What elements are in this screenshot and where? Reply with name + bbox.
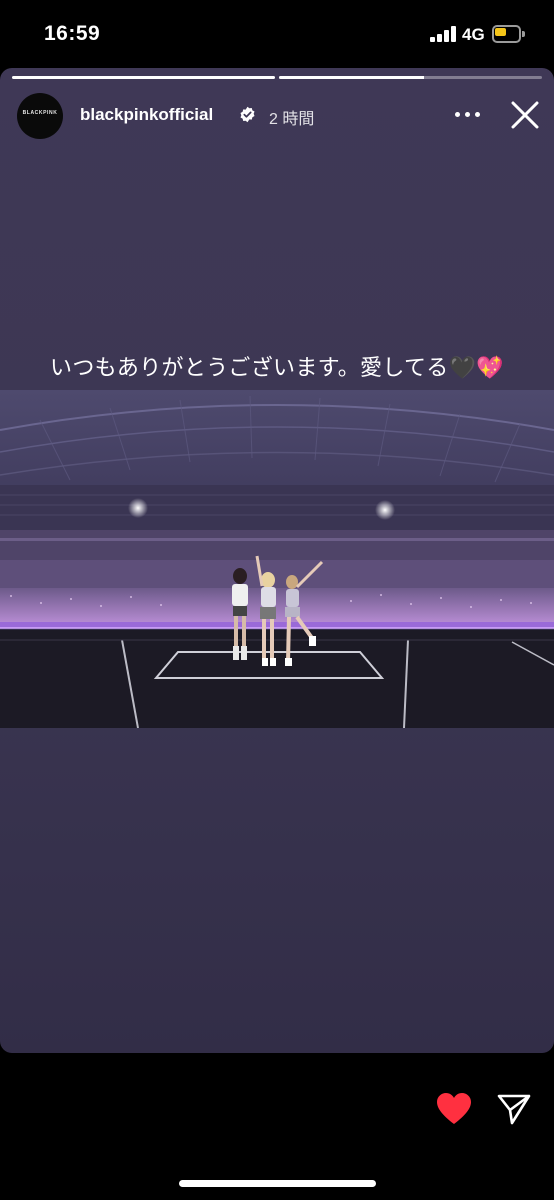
heart-icon[interactable] [436,1092,472,1126]
concert-photo [0,390,554,728]
avatar[interactable]: BLACKPINK [17,93,63,139]
story-header: BLACKPINK blackpinkofficial 2 時間 [0,90,554,140]
story-progress-segment-1 [12,76,275,79]
signal-strength-icon [430,26,456,42]
story-progress-segment-2 [279,76,542,79]
home-indicator[interactable] [179,1180,376,1187]
status-bar: 16:59 4G [0,0,554,68]
network-type: 4G [462,25,485,44]
close-icon[interactable] [508,98,542,132]
battery-icon [492,25,525,43]
username[interactable]: blackpinkofficial [80,105,213,125]
story-caption: いつもありがとうございます。愛してる🖤💖 [50,355,504,380]
more-options-icon[interactable] [455,104,483,124]
verified-badge-icon [240,106,255,123]
status-time: 16:59 [44,22,101,45]
avatar-logo-text: BLACKPINK [22,110,58,116]
story-viewer[interactable]: BLACKPINK blackpinkofficial 2 時間 いつもありがと… [0,68,554,1053]
send-icon[interactable] [497,1093,531,1125]
post-time: 2 時間 [269,111,315,128]
